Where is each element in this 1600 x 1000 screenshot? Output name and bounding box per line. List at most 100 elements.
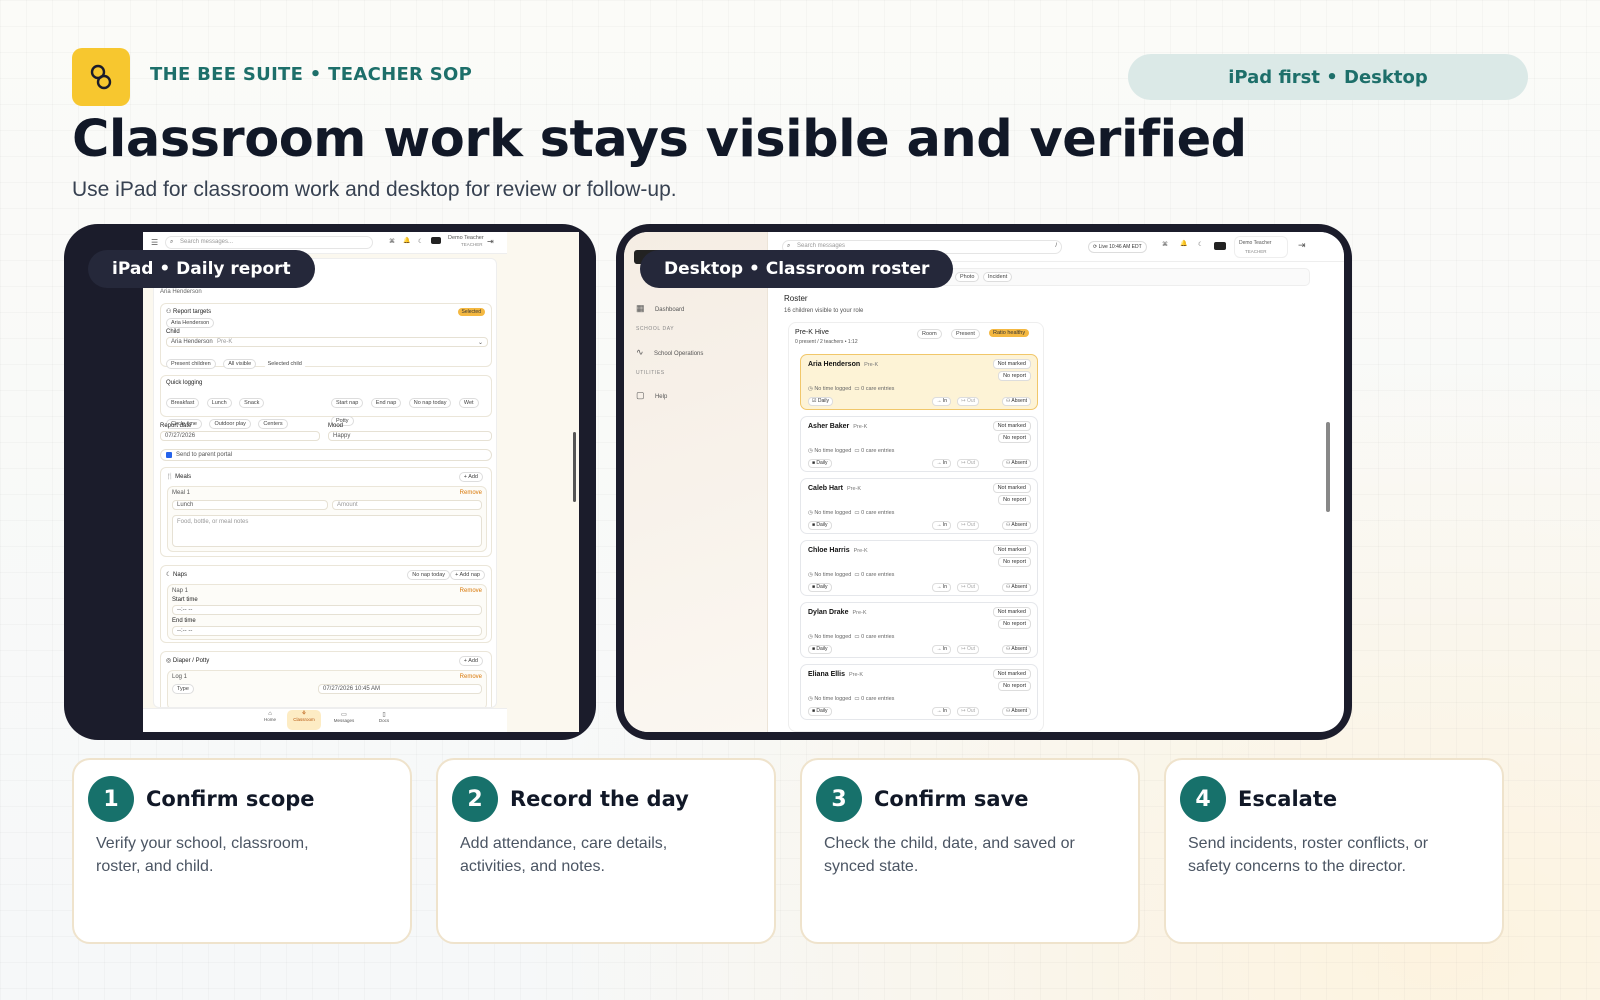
absent-button[interactable]: ⚇ Absent xyxy=(1001,707,1031,716)
daily-button[interactable]: ■ Daily xyxy=(808,707,832,716)
nav-home[interactable]: ⌂ Home xyxy=(255,711,285,722)
add-nap-button[interactable]: + Add nap xyxy=(450,570,485,580)
absent-button[interactable]: ⚇ Absent xyxy=(1001,397,1031,406)
room-chip[interactable]: Room xyxy=(917,329,942,339)
moon-icon[interactable]: ☾ xyxy=(1198,241,1203,248)
check-out-button[interactable]: ↦ Out xyxy=(957,645,979,654)
bell-icon[interactable]: 🔔 xyxy=(403,237,410,244)
command-icon[interactable]: ⌘ xyxy=(389,238,395,245)
lunch-chip[interactable]: Lunch xyxy=(206,398,232,408)
step-title-1: Confirm scope xyxy=(146,787,315,811)
menu-icon[interactable]: ☰ xyxy=(151,238,158,247)
absent-button[interactable]: ⚇ Absent xyxy=(1001,583,1031,592)
daily-button[interactable]: ■ Daily xyxy=(808,459,832,468)
all-visible-button[interactable]: All visible xyxy=(223,359,257,369)
sidebar-item-school-operations[interactable]: ∿ School Operations xyxy=(636,342,703,360)
absent-button[interactable]: ⚇ Absent xyxy=(1001,645,1031,654)
room-meta: 0 present / 2 teachers • 1:12 xyxy=(795,339,858,345)
check-in-button[interactable]: → In xyxy=(932,397,951,406)
check-in-button[interactable]: → In xyxy=(932,645,951,654)
remove-log-button[interactable]: Remove xyxy=(460,674,482,680)
wet-chip[interactable]: Wet xyxy=(458,398,479,408)
no-nap-chip[interactable]: No nap today xyxy=(408,398,452,408)
sidebar-item-dashboard[interactable]: ▦ Dashboard xyxy=(636,298,684,316)
outdoor-play-chip[interactable]: Outdoor play xyxy=(209,419,251,429)
child-select[interactable]: Aria Henderson Pre-K ⌄ xyxy=(166,337,488,347)
send-portal-row[interactable]: Send to parent portal xyxy=(160,449,492,461)
present-chip[interactable]: Present xyxy=(951,329,980,339)
child-actions: ■ Daily → In ↦ Out ⚇ Absent xyxy=(808,645,1031,654)
child-actions: ■ Daily → In ↦ Out ⚇ Absent xyxy=(808,459,1031,468)
ipad-scrollbar[interactable] xyxy=(573,432,576,502)
roster-child-card[interactable]: Caleb Hart Pre-K Not marked No report ◷ No t… xyxy=(800,478,1038,534)
ipad-search-input[interactable]: ⌕ Search messages... xyxy=(165,236,373,249)
selected-child-button[interactable]: Selected child xyxy=(263,360,306,368)
daily-button[interactable]: ☑ Daily xyxy=(808,397,833,406)
absent-button[interactable]: ⚇ Absent xyxy=(1001,521,1031,530)
check-in-button[interactable]: → In xyxy=(932,707,951,716)
report-status-badge: No report xyxy=(998,681,1031,691)
step-body-3: Check the child, date, and saved or sync… xyxy=(824,835,1075,875)
report-date-input[interactable]: 07/27/2026 xyxy=(160,431,320,441)
diaper-datetime-value: 07/27/2026 10:45 AM xyxy=(323,686,381,692)
end-nap-chip[interactable]: End nap xyxy=(370,398,402,408)
nav-classroom[interactable]: ⚘ Classroom xyxy=(287,710,321,730)
start-time-input[interactable]: --:-- -- xyxy=(172,605,482,615)
remove-meal-button[interactable]: Remove xyxy=(460,490,482,496)
mood-input[interactable]: Happy xyxy=(328,431,492,441)
no-nap-button[interactable]: No nap today xyxy=(407,570,450,580)
start-nap-chip[interactable]: Start nap xyxy=(331,398,364,408)
diaper-type-select[interactable]: Type xyxy=(172,684,194,694)
sidebar-item-help[interactable]: ▢ Help xyxy=(636,385,667,403)
roster-child-card[interactable]: Eliana Ellis Pre-K Not marked No report ◷ No… xyxy=(800,664,1038,720)
remove-nap-button[interactable]: Remove xyxy=(460,588,482,594)
check-out-button[interactable]: ↦ Out xyxy=(957,397,979,406)
nav-messages[interactable]: ▭ Messages xyxy=(329,711,359,723)
centers-chip[interactable]: Centers xyxy=(258,419,288,429)
child-time-meta: ◷ No time logged ▭ 0 care entries xyxy=(808,386,895,392)
tab-photo[interactable]: Photo xyxy=(955,272,980,282)
breakfast-chip[interactable]: Breakfast xyxy=(166,398,200,408)
check-out-button[interactable]: ↦ Out xyxy=(957,583,979,592)
child-time-meta: ◷ No time logged ▭ 0 care entries xyxy=(808,572,895,578)
check-out-button[interactable]: ↦ Out xyxy=(957,521,979,530)
sidebar-section-school-day: SCHOOL DAY xyxy=(636,326,675,332)
logout-icon[interactable]: ⇥ xyxy=(487,237,494,246)
check-out-button[interactable]: ↦ Out xyxy=(957,707,979,716)
target-chip[interactable]: Aria Henderson xyxy=(166,318,215,328)
send-portal-checkbox[interactable] xyxy=(166,452,172,458)
daily-button[interactable]: ■ Daily xyxy=(808,645,832,654)
child-time-meta: ◷ No time logged ▭ 0 care entries xyxy=(808,696,895,702)
present-children-button[interactable]: Present children xyxy=(166,359,216,369)
search-icon: ⌕ xyxy=(170,239,174,245)
roster-child-card[interactable]: Dylan Drake Pre-K Not marked No report ◷ No … xyxy=(800,602,1038,658)
daily-button[interactable]: ■ Daily xyxy=(808,583,832,592)
command-icon[interactable]: ⌘ xyxy=(1162,241,1168,248)
roster-child-card[interactable]: Asher Baker Pre-K Not marked No report ◷ No … xyxy=(800,416,1038,472)
absent-button[interactable]: ⚇ Absent xyxy=(1001,459,1031,468)
child-actions: ■ Daily → In ↦ Out ⚇ Absent xyxy=(808,707,1031,716)
user-menu[interactable]: Demo Teacher TEACHER xyxy=(1234,236,1288,258)
add-diaper-button[interactable]: + Add xyxy=(458,656,483,666)
check-in-button[interactable]: → In xyxy=(932,459,951,468)
logout-icon[interactable]: ⇥ xyxy=(1298,240,1306,251)
roster-child-card[interactable]: Aria Henderson Pre-K Not marked No report ◷ … xyxy=(800,354,1038,410)
bell-icon[interactable]: 🔔 xyxy=(1180,240,1187,247)
moon-icon[interactable]: ☾ xyxy=(418,238,423,245)
meal-amount-input[interactable]: Amount xyxy=(332,500,482,510)
meal-type-select[interactable]: Lunch xyxy=(172,500,328,510)
desktop-scrollbar[interactable] xyxy=(1326,422,1330,512)
check-in-button[interactable]: → In xyxy=(932,583,951,592)
roster-child-card[interactable]: Chloe Harris Pre-K Not marked No report ◷ No… xyxy=(800,540,1038,596)
daily-button[interactable]: ■ Daily xyxy=(808,521,832,530)
snack-chip[interactable]: Snack xyxy=(239,398,265,408)
check-out-button[interactable]: ↦ Out xyxy=(957,459,979,468)
step-card-3: 3 Confirm save Check the child, date, an… xyxy=(800,758,1140,944)
meal-notes-textarea[interactable]: Food, bottle, or meal notes xyxy=(172,515,482,547)
tab-incident[interactable]: Incident xyxy=(983,272,1013,282)
nav-docs[interactable]: ▯ Docs xyxy=(369,711,399,723)
diaper-datetime-input[interactable]: 07/27/2026 10:45 AM xyxy=(318,684,482,694)
check-in-button[interactable]: → In xyxy=(932,521,951,530)
end-time-input[interactable]: --:-- -- xyxy=(172,626,482,636)
add-meal-button[interactable]: + Add xyxy=(458,472,483,482)
